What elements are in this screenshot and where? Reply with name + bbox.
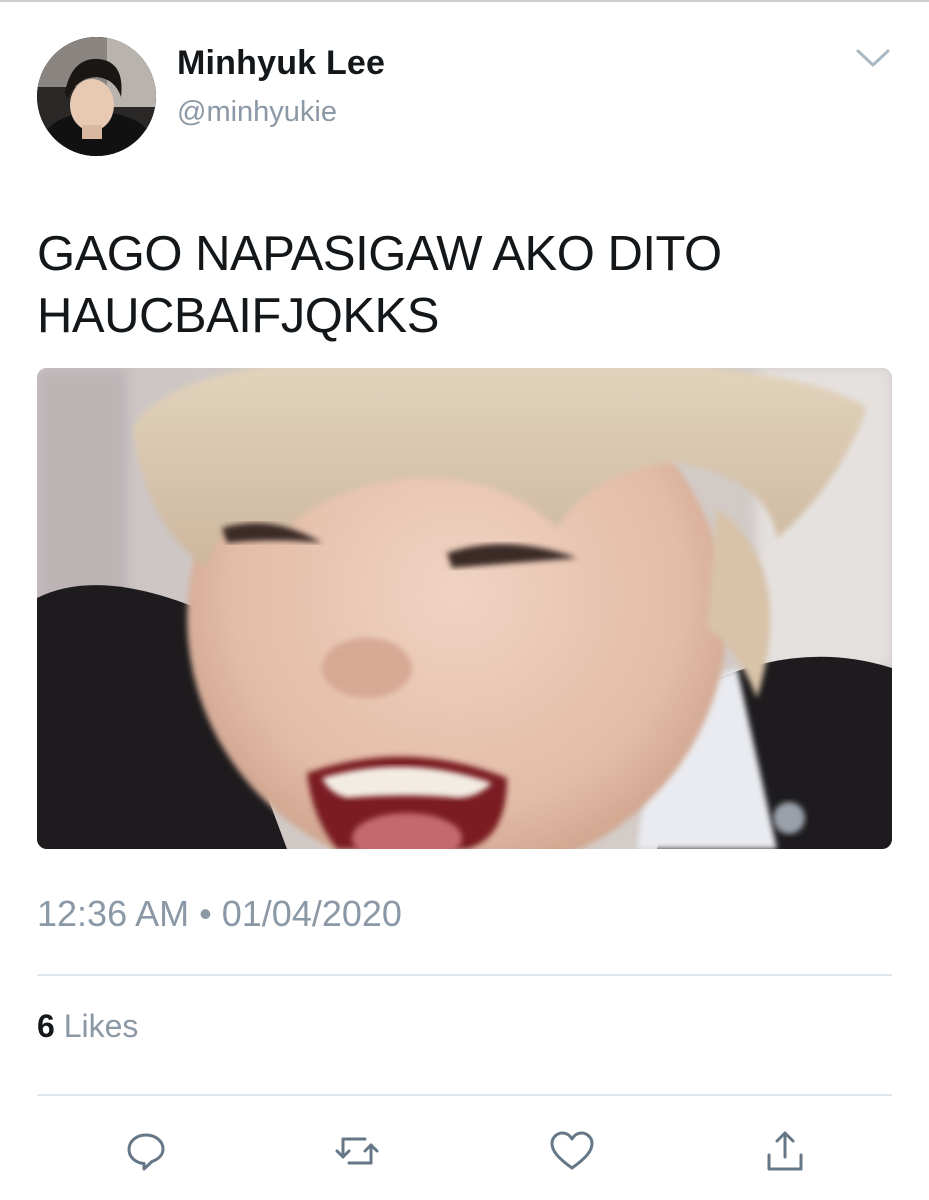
author-handle[interactable]: @minhyukie: [177, 96, 337, 129]
avatar-image: [37, 37, 156, 156]
reply-button[interactable]: [121, 1126, 171, 1176]
divider: [37, 974, 892, 976]
tweet-date: 01/04/2020: [221, 893, 402, 934]
tweet-text-line: GAGO NAPASIGAW AKO DITO: [37, 227, 722, 281]
avatar[interactable]: [37, 37, 156, 156]
author-display-name[interactable]: Minhyuk Lee: [177, 44, 385, 83]
likes-link[interactable]: 6 Likes: [37, 1008, 138, 1045]
likes-label: Likes: [63, 1008, 139, 1044]
reply-icon: [127, 1133, 165, 1171]
retweet-button[interactable]: [332, 1126, 382, 1176]
divider: [37, 1094, 892, 1096]
share-button[interactable]: [760, 1126, 810, 1176]
top-border: [0, 0, 929, 2]
likes-count: 6: [37, 1008, 55, 1044]
tweet-timestamp[interactable]: 12:36 AM • 01/04/2020: [37, 893, 402, 935]
heart-icon: [550, 1131, 594, 1170]
tweet-text-line: HAUCBAIFJQKKS: [37, 289, 439, 343]
like-button[interactable]: [547, 1126, 597, 1176]
tweet-time: 12:36 AM: [37, 893, 190, 934]
tweet-media-image[interactable]: [37, 368, 892, 849]
tweet-text: GAGO NAPASIGAW AKO DITO HAUCBAIFJQKKS: [37, 223, 897, 347]
chevron-down-icon[interactable]: [852, 42, 894, 72]
retweet-icon: [335, 1137, 379, 1165]
share-icon: [767, 1131, 803, 1171]
timestamp-separator: •: [199, 893, 212, 934]
